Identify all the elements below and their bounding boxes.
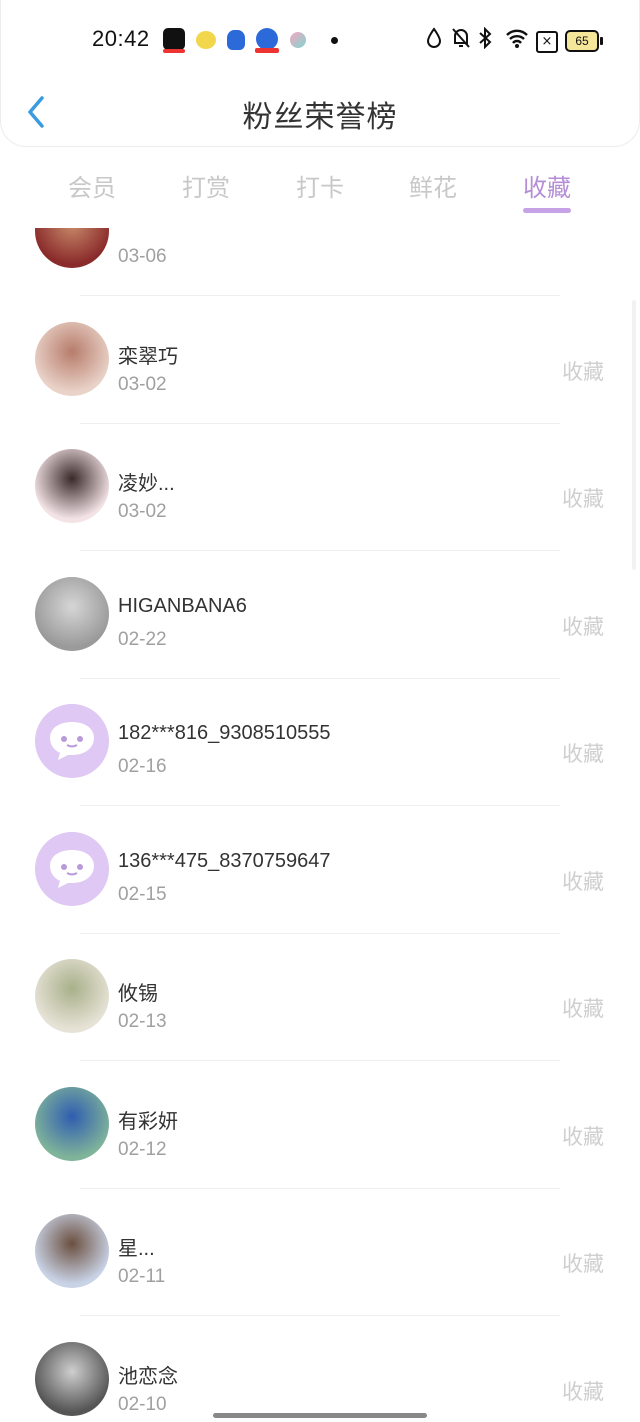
fan-nickname: 攸锡 (118, 983, 158, 1005)
favorite-date: 02-16 (118, 756, 167, 777)
tab-flowers[interactable]: 鲜花 (383, 168, 483, 203)
avatar[interactable] (35, 228, 109, 268)
favorite-type-label: 收藏 (562, 997, 604, 1021)
list-item[interactable]: HIGANBANA6 02-22 收藏 (0, 551, 640, 679)
favorite-type-label: 收藏 (562, 1252, 604, 1276)
fan-nickname: 池恋念 (118, 1365, 178, 1388)
active-tab-indicator (523, 208, 571, 213)
default-avatar-icon[interactable] (35, 831, 109, 906)
list-item[interactable]: 凌妙... 03-02 收藏 (0, 423, 640, 551)
list-item[interactable]: 攸锡 02-13 收藏 (0, 933, 640, 1061)
tab-favorites[interactable]: 收藏 (497, 168, 597, 203)
favorite-type-label: 收藏 (562, 1379, 604, 1404)
avatar[interactable] (35, 1341, 109, 1416)
list-item[interactable]: 星... 02-11 收藏 (0, 1188, 640, 1316)
favorite-date: 02-10 (118, 1393, 167, 1415)
tab-checkin[interactable]: 打卡 (270, 168, 370, 203)
fan-nickname: 凌妙... (118, 473, 175, 495)
avatar[interactable] (35, 959, 109, 1033)
fan-nickname: 栾翠巧 (118, 345, 178, 368)
favorite-date: 03-02 (118, 501, 167, 522)
fan-list[interactable]: 03-06 栾翠巧 03-02 收藏 凌妙... 03-02 收藏 HIGANBANA6 02-… (0, 228, 640, 1422)
favorite-type-label: 收藏 (562, 359, 604, 384)
favorite-type-label: 收藏 (562, 869, 604, 894)
favorite-date: 02-13 (118, 1011, 167, 1032)
default-avatar-icon[interactable] (35, 704, 109, 778)
tab-member[interactable]: 会员 (42, 168, 142, 203)
list-item[interactable]: 03-06 (0, 228, 640, 296)
favorite-date: 02-12 (118, 1138, 167, 1160)
avatar[interactable] (35, 1086, 109, 1161)
tab-reward[interactable]: 打赏 (156, 168, 256, 203)
avatar[interactable] (35, 576, 109, 651)
favorite-type-label: 收藏 (562, 1124, 604, 1149)
favorite-date: 03-02 (118, 373, 167, 395)
list-item[interactable]: 有彩妍 02-12 收藏 (0, 1061, 640, 1189)
favorite-type-label: 收藏 (562, 487, 604, 511)
favorite-type-label: 收藏 (562, 742, 604, 766)
favorite-date: 02-15 (118, 883, 167, 905)
avatar[interactable] (35, 321, 109, 396)
fan-nickname: 星... (118, 1238, 155, 1260)
fan-nickname: 182***816_9308510555 (118, 722, 331, 744)
list-item[interactable]: 栾翠巧 03-02 收藏 (0, 296, 640, 424)
scrollbar[interactable] (632, 300, 636, 570)
list-item[interactable]: 136***475_8370759647 02-15 收藏 (0, 806, 640, 934)
tab-bar: 会员 打赏 打卡 鲜花 收藏 (0, 160, 640, 220)
favorite-date: 02-11 (118, 1266, 166, 1287)
favorite-date: 03-06 (118, 246, 167, 267)
fan-nickname: HIGANBANA6 (118, 594, 247, 617)
avatar[interactable] (35, 1214, 109, 1288)
page-title: 粉丝荣誉榜 (242, 100, 398, 135)
fan-nickname: 136***475_8370759647 (118, 849, 331, 872)
list-item[interactable]: 池恋念 02-10 收藏 (0, 1316, 640, 1422)
favorite-type-label: 收藏 (562, 614, 604, 639)
fan-nickname: 有彩妍 (118, 1110, 178, 1133)
favorite-date: 02-22 (118, 628, 167, 650)
list-item[interactable]: 182***816_9308510555 02-16 收藏 (0, 678, 640, 806)
home-indicator[interactable] (213, 1413, 427, 1418)
avatar[interactable] (35, 449, 109, 523)
